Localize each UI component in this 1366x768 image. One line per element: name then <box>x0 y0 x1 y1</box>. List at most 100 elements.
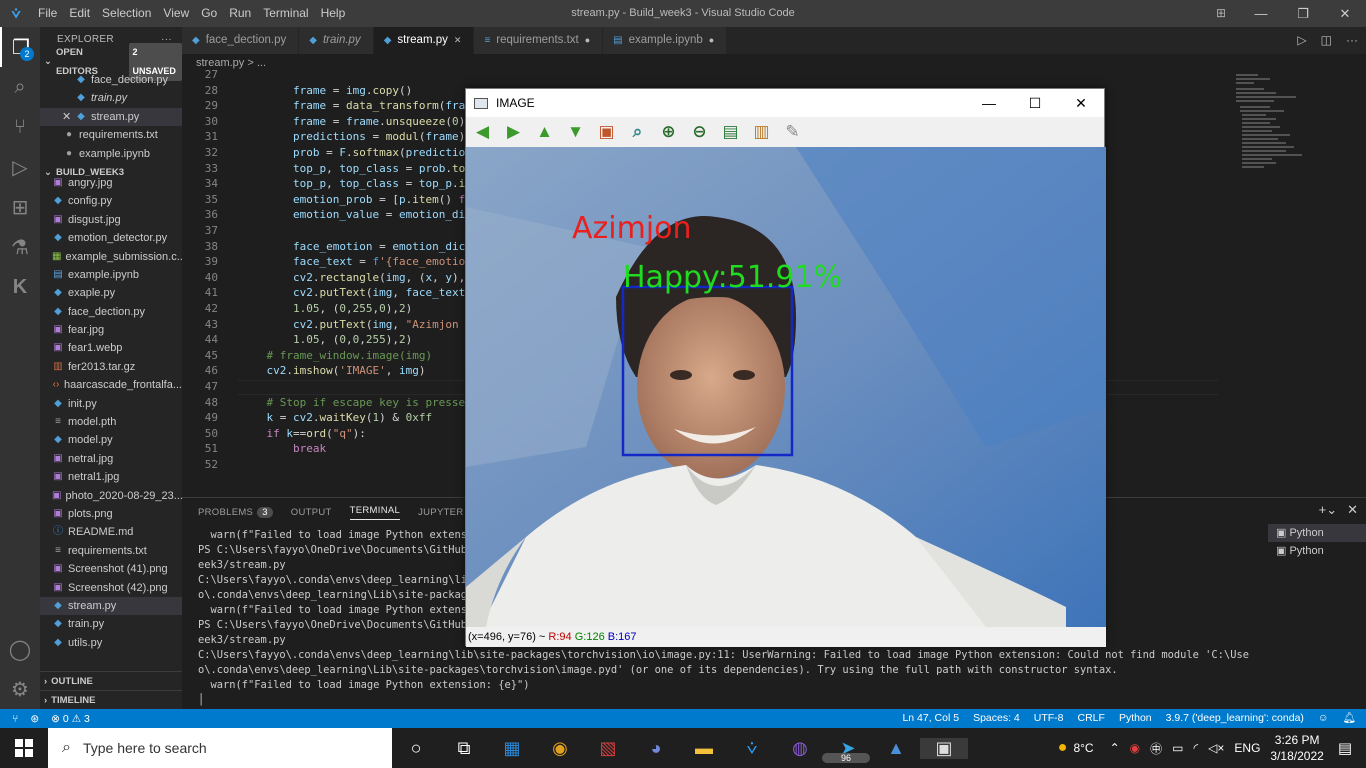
timeline-section[interactable]: › TIMELINE <box>40 690 182 709</box>
terminal-item[interactable]: ▣ Python <box>1268 524 1366 542</box>
minimize-button[interactable]: — <box>1240 0 1282 27</box>
chrome-icon[interactable]: ◉ <box>536 738 584 759</box>
code-line[interactable]: face_text = f'{face_emotion <box>240 255 472 268</box>
zoom-in-icon[interactable]: ⊕ <box>658 122 679 143</box>
remote-icon[interactable]: ⊛ <box>30 713 39 725</box>
task-view-icon[interactable]: ⧉ <box>440 738 488 759</box>
tab-jupyter[interactable]: JUPYTER <box>418 507 463 518</box>
code-line[interactable]: frame = img.copy() <box>240 84 412 97</box>
cv-close-button[interactable]: ✕ <box>1058 89 1104 117</box>
file-tree-item[interactable]: ◆ config.py <box>40 192 182 210</box>
pan-left-icon[interactable]: ◀ <box>472 122 493 143</box>
tab-output[interactable]: OUTPUT <box>291 507 332 518</box>
code-line[interactable]: emotion_prob = [p.item() fo <box>240 193 472 206</box>
close-editor-icon[interactable]: ✕ <box>62 108 71 126</box>
problems-status[interactable]: ⊗ 0 ⚠ 3 <box>51 713 90 725</box>
cv-maximize-button[interactable]: ☐ <box>1012 89 1058 117</box>
code-line[interactable]: top_p, top_class = top_p.ite <box>240 177 478 190</box>
tab-problems[interactable]: PROBLEMS 3 <box>198 506 273 518</box>
code-line[interactable]: k = cv2.waitKey(1) & 0xff <box>240 411 433 424</box>
file-tree-item[interactable]: ◆ emotion_detector.py <box>40 229 182 247</box>
settings-gear-icon[interactable]: ⚙ <box>0 669 40 709</box>
file-tree-item[interactable]: ⓘ README.md <box>40 523 182 541</box>
file-explorer-icon[interactable]: ▬ <box>680 738 728 759</box>
encoding[interactable]: UTF-8 <box>1034 709 1064 728</box>
editor-tab[interactable]: ◆ stream.py ✕ <box>373 27 475 54</box>
file-tree-item[interactable]: ▣ Screenshot (41).png <box>40 560 182 578</box>
code-line[interactable]: predictions = modul(frame) <box>240 130 465 143</box>
file-tree-item[interactable]: ▣ plots.png <box>40 505 182 523</box>
save-icon[interactable]: ▤ <box>720 122 741 143</box>
new-terminal-icon[interactable]: +⌄ <box>1319 502 1337 518</box>
terminal-item[interactable]: ▣ Python <box>1268 542 1366 560</box>
file-tree-item[interactable]: ▣ angry.jpg <box>40 174 182 192</box>
file-tree-item[interactable]: ◆ stream.py <box>40 596 182 616</box>
notification-center-icon[interactable]: ▤ <box>1338 739 1352 757</box>
code-line[interactable]: prob = F.softmax(predictions <box>240 146 478 159</box>
end-of-line[interactable]: CRLF <box>1078 709 1105 728</box>
file-tree-item[interactable]: ▥ fer2013.tar.gz <box>40 358 182 376</box>
file-tree-item[interactable]: ◆ utils.py <box>40 634 182 652</box>
menu-terminal[interactable]: Terminal <box>257 0 314 27</box>
run-debug-icon[interactable]: ▷ <box>0 147 40 187</box>
close-panel-icon[interactable]: ✕ <box>1347 502 1358 518</box>
search-icon[interactable]: ⌕ <box>0 67 40 107</box>
language-mode[interactable]: Python <box>1119 709 1152 728</box>
pan-down-icon[interactable]: ▼ <box>565 122 586 143</box>
kaggle-icon[interactable]: K <box>0 267 40 307</box>
file-tree-item[interactable]: ◆ model.py <box>40 431 182 449</box>
python-interpreter[interactable]: 3.9.7 ('deep_learning': conda) <box>1166 709 1304 728</box>
show-hidden-icons-icon[interactable]: ⌃ <box>1110 741 1120 755</box>
more-actions-icon[interactable]: ··· <box>1346 27 1358 54</box>
source-control-icon[interactable]: ⑂ <box>0 107 40 147</box>
menu-file[interactable]: File <box>32 0 63 27</box>
code-line[interactable]: 1.05, (0,0,255),2) <box>240 333 412 346</box>
file-tree-item[interactable]: ▦ example_submission.c... <box>40 248 182 266</box>
menu-selection[interactable]: Selection <box>96 0 157 27</box>
cv-minimize-button[interactable]: — <box>966 89 1012 117</box>
webcam-frame[interactable]: Azimjon Happy:51.91% <box>466 147 1106 627</box>
outline-section[interactable]: › OUTLINE <box>40 671 182 690</box>
antivirus-icon[interactable]: ◉ <box>1130 741 1140 755</box>
open-editor-item[interactable]: ◆ train.py <box>40 89 182 107</box>
menu-view[interactable]: View <box>157 0 195 27</box>
github-desktop-icon[interactable]: ◍ <box>776 738 824 759</box>
code-line[interactable]: frame = data_transform(frame) <box>240 99 485 112</box>
file-tree-item[interactable]: ▣ Screenshot (42).png <box>40 579 182 597</box>
input-language[interactable]: ENG <box>1234 741 1260 755</box>
indentation[interactable]: Spaces: 4 <box>973 709 1020 728</box>
clock[interactable]: 3:26 PM 3/18/2022 <box>1270 732 1323 764</box>
file-tree-item[interactable]: ▣ disgust.jpg <box>40 211 182 229</box>
paint-icon[interactable]: ▧ <box>584 738 632 759</box>
code-line[interactable]: cv2.imshow('IMAGE', img) <box>240 364 426 377</box>
code-line[interactable]: cv2.putText(img, "Azimjon " <box>240 318 472 331</box>
file-tree-item[interactable]: ▣ fear.jpg <box>40 321 182 339</box>
code-line[interactable]: top_p, top_class = prob.topk <box>240 162 478 175</box>
testing-icon[interactable]: ⚗ <box>0 227 40 267</box>
photos-icon[interactable]: ▲ <box>872 738 920 759</box>
open-editor-item[interactable]: ● example.ipynb <box>40 145 182 163</box>
open-editor-item[interactable]: ✕ ◆ stream.py <box>40 107 182 127</box>
editor-tab[interactable]: ◆ train.py <box>299 27 374 54</box>
start-button[interactable] <box>0 728 48 768</box>
weather-icon[interactable]: ● <box>1058 739 1068 757</box>
menu-run[interactable]: Run <box>223 0 257 27</box>
close-button[interactable]: ✕ <box>1324 0 1366 27</box>
menu-edit[interactable]: Edit <box>63 0 96 27</box>
breadcrumb[interactable]: stream.py > ... <box>182 54 1366 72</box>
brush-icon[interactable]: ✎ <box>782 122 803 143</box>
editor-tab[interactable]: ◆ face_dection.py <box>182 27 300 54</box>
accounts-icon[interactable]: ◯ <box>0 629 40 669</box>
branch-icon[interactable]: ⑂ <box>12 713 18 725</box>
editor-tab[interactable]: ≡ requirements.txt ● <box>474 27 604 54</box>
tab-terminal[interactable]: TERMINAL <box>349 505 401 520</box>
open-editors-section[interactable]: ⌄ OPEN EDITORS 2 UNSAVED <box>40 42 182 81</box>
code-line[interactable]: cv2.putText(img, face_text, <box>240 286 472 299</box>
file-tree-item[interactable]: ▣ photo_2020-08-29_23... <box>40 487 182 505</box>
telegram-icon[interactable]: ➤ 96 <box>822 738 872 763</box>
file-tree-item[interactable]: ▤ example.ipynb <box>40 266 182 284</box>
volume-icon[interactable]: ◁× <box>1208 741 1224 755</box>
code-line[interactable]: if k==ord("q"): <box>240 427 366 440</box>
explorer-icon[interactable]: ❐ 2 <box>0 27 40 67</box>
menu-help[interactable]: Help <box>315 0 352 27</box>
